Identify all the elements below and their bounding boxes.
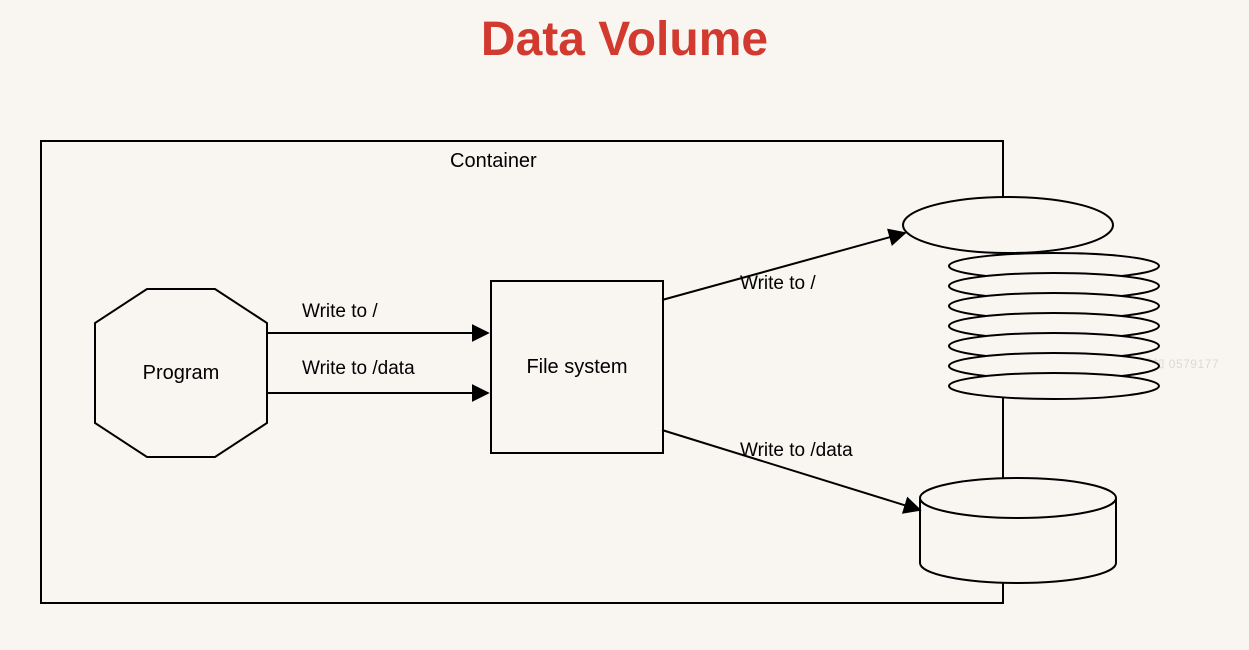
container-label: Container — [450, 150, 537, 173]
diagram-stage: Data Volume Container File system Progra… — [0, 0, 1249, 650]
filesystem-node: File system — [490, 280, 664, 454]
program-label: Program — [143, 362, 220, 385]
program-node: Program — [95, 287, 267, 459]
edge-prog-fs-root: Write to / — [302, 301, 378, 323]
edge-fs-volume: Write to /data — [740, 440, 853, 462]
edge-prog-fs-data: Write to /data — [302, 358, 415, 380]
diagram-title: Data Volume — [0, 12, 1249, 67]
volume-label: Volume — [987, 520, 1054, 543]
layer-label: Layer — [980, 215, 1030, 238]
filesystem-label: File system — [526, 356, 627, 379]
edge-fs-layer: Write to / — [740, 273, 816, 295]
watermark-text: 一手资源加 0579177 — [1102, 355, 1219, 372]
